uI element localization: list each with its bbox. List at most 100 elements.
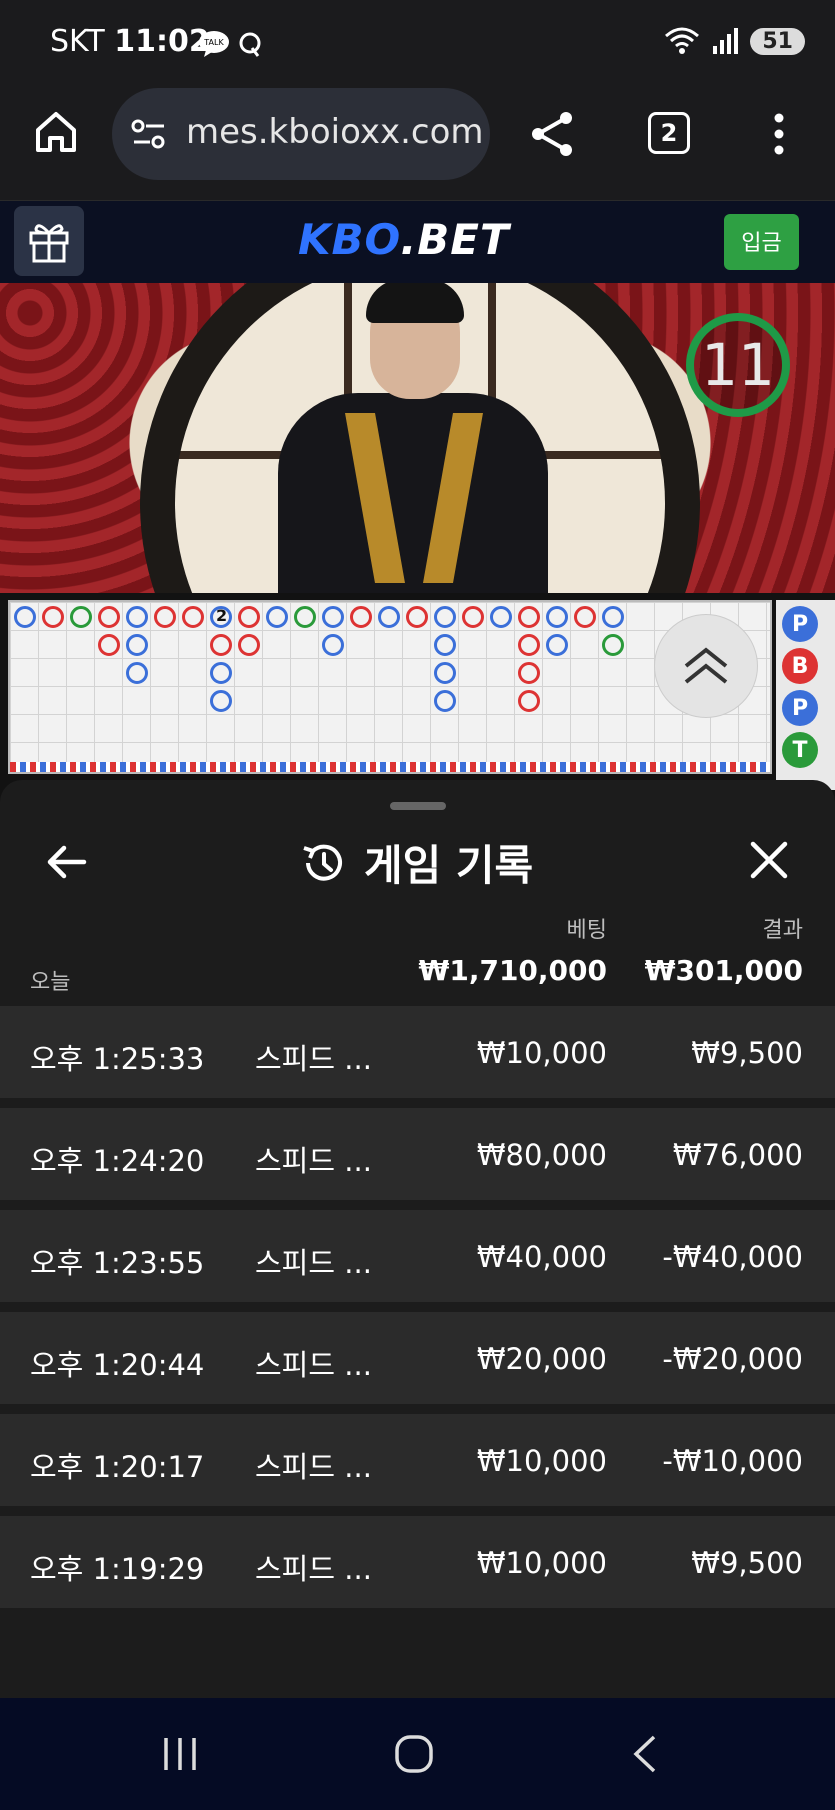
road-bead — [126, 634, 148, 656]
predict-chip[interactable]: B — [782, 648, 818, 684]
carrier-label: SKT — [50, 24, 105, 59]
road-bead — [98, 606, 120, 628]
game-history-sheet: 게임 기록 베팅 결과 오늘 ₩1,710,000 ₩301,000 오후 1:… — [0, 780, 835, 1700]
total-result: ₩301,000 — [644, 954, 803, 987]
history-row[interactable]: 오후 1:19:29 스피드 ... ₩10,000 ₩9,500 — [0, 1516, 835, 1608]
road-bead — [98, 634, 120, 656]
row-result: ₩9,500 — [691, 1546, 803, 1580]
more-menu-icon[interactable] — [770, 112, 788, 156]
home-nav-icon[interactable] — [394, 1734, 434, 1774]
dealer-hair — [366, 283, 464, 323]
road-bead — [294, 606, 316, 628]
home-icon[interactable] — [34, 110, 78, 154]
double-chevron-up-icon — [684, 647, 728, 684]
road-bead — [266, 606, 288, 628]
road-bead — [238, 606, 260, 628]
logo-kbo: KBO — [298, 215, 401, 264]
row-time: 오후 1:23:55 — [30, 1246, 205, 1280]
row-bet: ₩10,000 — [476, 1444, 607, 1478]
row-game: 스피드 ... — [255, 1246, 372, 1280]
today-label: 오늘 — [30, 970, 71, 995]
title-text: 게임 기록 — [364, 841, 534, 890]
row-time: 오후 1:20:44 — [30, 1348, 205, 1382]
predict-chip[interactable]: P — [782, 690, 818, 726]
road-bead — [126, 662, 148, 684]
history-icon — [303, 844, 342, 881]
row-time: 오후 1:19:29 — [30, 1552, 205, 1586]
row-time: 오후 1:20:17 — [30, 1450, 205, 1484]
row-game: 스피드 ... — [255, 1042, 372, 1076]
road-bead — [434, 690, 456, 712]
road-bead — [378, 606, 400, 628]
row-bet: ₩10,000 — [476, 1546, 607, 1580]
total-bet: ₩1,710,000 — [418, 954, 607, 987]
row-time: 오후 1:24:20 — [30, 1144, 205, 1178]
history-row[interactable]: 오후 1:20:17 스피드 ... ₩10,000 -₩10,000 — [0, 1414, 835, 1506]
road-bead — [518, 634, 540, 656]
round-timer: 11 — [686, 313, 790, 417]
recent-apps-icon[interactable] — [160, 1734, 200, 1774]
predict-chip[interactable]: P — [782, 606, 818, 642]
road-bead — [322, 634, 344, 656]
road-bead — [42, 606, 64, 628]
site-settings-icon[interactable] — [130, 118, 168, 150]
road-bead — [154, 606, 176, 628]
logo-bet: .BET — [400, 215, 510, 264]
history-row[interactable]: 오후 1:25:33 스피드 ... ₩10,000 ₩9,500 — [0, 1006, 835, 1098]
address-bar[interactable]: mes.kboioxx.com — [112, 88, 490, 180]
road-bead — [126, 606, 148, 628]
road-bead — [210, 634, 232, 656]
close-icon[interactable] — [745, 836, 793, 884]
row-bet: ₩80,000 — [476, 1138, 607, 1172]
predict-chip[interactable]: T — [782, 732, 818, 768]
history-row[interactable]: 오후 1:24:20 스피드 ... ₩80,000 ₩76,000 — [0, 1108, 835, 1200]
expand-button[interactable] — [654, 614, 758, 718]
road-bead — [434, 662, 456, 684]
history-row[interactable]: 오후 1:20:44 스피드 ... ₩20,000 -₩20,000 — [0, 1312, 835, 1404]
url-text[interactable]: mes.kboioxx.com — [186, 112, 484, 152]
row-result: ₩76,000 — [672, 1138, 803, 1172]
row-bet: ₩20,000 — [476, 1342, 607, 1376]
gift-button[interactable] — [14, 206, 84, 276]
road-bead — [70, 606, 92, 628]
sheet-handle[interactable] — [390, 802, 446, 810]
back-arrow-icon[interactable] — [42, 838, 90, 886]
road-bead — [14, 606, 36, 628]
wifi-icon — [665, 27, 700, 54]
back-nav-icon[interactable] — [630, 1734, 660, 1774]
road-bead — [210, 606, 232, 628]
tab-switcher-button[interactable]: 2 — [648, 112, 690, 154]
row-game: 스피드 ... — [255, 1552, 372, 1586]
deposit-button[interactable]: 입금 — [724, 214, 799, 270]
row-result: -₩40,000 — [662, 1240, 803, 1274]
road-bead — [462, 606, 484, 628]
road-bead — [434, 606, 456, 628]
status-time: SKT 11:02 — [50, 24, 210, 59]
share-icon[interactable] — [528, 110, 576, 158]
dealer — [278, 393, 548, 593]
row-bet: ₩10,000 — [476, 1036, 607, 1070]
road-bead — [322, 606, 344, 628]
road-bead — [546, 606, 568, 628]
prediction-panel: P B P T — [776, 600, 835, 790]
talk-badge: TALK — [203, 38, 224, 47]
road-bead — [238, 634, 260, 656]
column-header-bet: 베팅 — [566, 918, 607, 943]
history-row[interactable]: 오후 1:23:55 스피드 ... ₩40,000 -₩40,000 — [0, 1210, 835, 1302]
road-bead — [518, 606, 540, 628]
road-bead — [602, 606, 624, 628]
road-bead — [210, 690, 232, 712]
gift-icon — [29, 224, 69, 263]
road-bead — [574, 606, 596, 628]
road-bead — [490, 606, 512, 628]
column-header-result: 결과 — [762, 918, 803, 943]
signal-icon — [713, 28, 739, 54]
road-bead — [518, 662, 540, 684]
site-logo[interactable]: KBO.BET — [298, 215, 510, 264]
history-list: 오후 1:25:33 스피드 ... ₩10,000 ₩9,500 오후 1:2… — [0, 1006, 835, 1618]
row-result: -₩20,000 — [662, 1342, 803, 1376]
road-map: 2 — [8, 600, 772, 774]
road-bead — [434, 634, 456, 656]
road-bead — [210, 662, 232, 684]
row-time: 오후 1:25:33 — [30, 1042, 205, 1076]
